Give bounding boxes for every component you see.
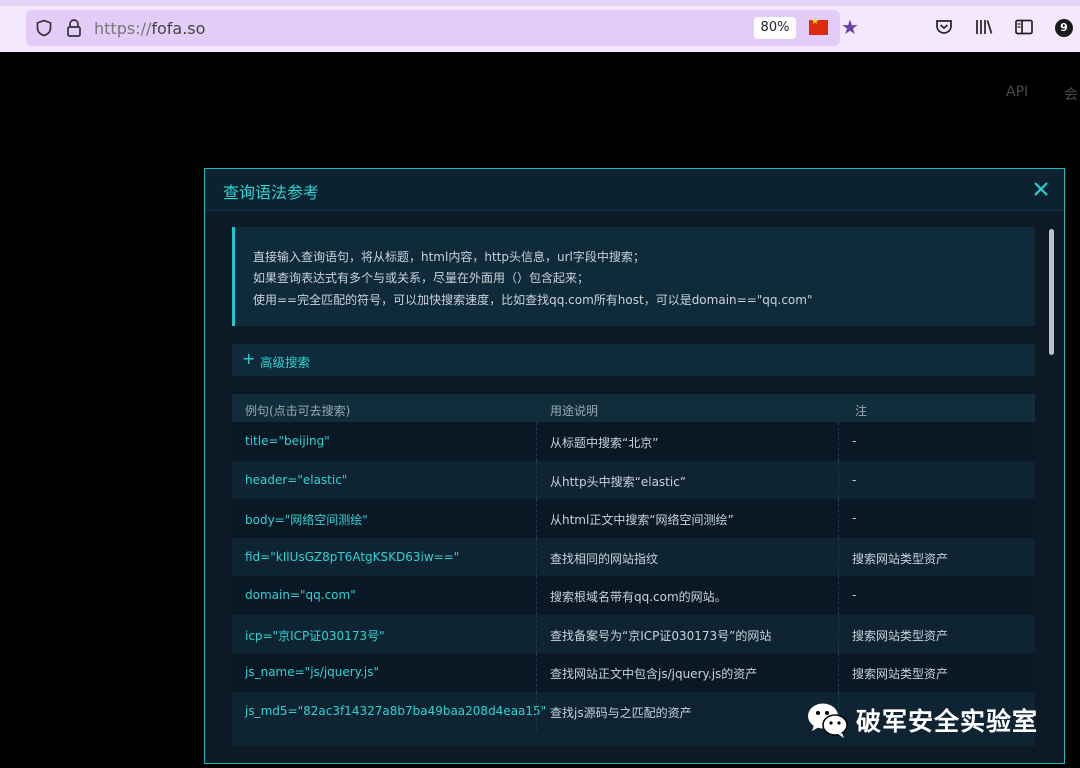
- table-row: body="网络空间测绘" 从html正文中搜索“网络空间测绘” -: [232, 499, 1035, 538]
- column-divider: [838, 653, 839, 692]
- note-text: 搜索网站类型资产: [852, 551, 949, 566]
- url-text[interactable]: https://fofa.so: [94, 19, 205, 38]
- column-divider: [536, 537, 537, 576]
- usage-description: 从标题中搜索“北京”: [550, 436, 659, 450]
- table-row: header="elastic" 从http头中搜索“elastic” -: [232, 460, 1035, 499]
- watermark-text: 破军安全实验室: [856, 707, 1039, 736]
- library-icon[interactable]: [974, 17, 994, 37]
- usage-description: 搜索根域名带有qq.com的网站。: [550, 590, 727, 604]
- example-query-link[interactable]: js_md5="82ac3f14327a8b7ba49baa208d4eaa15…: [245, 704, 546, 718]
- usage-description: 查找备案号为“京ICP证030173号”的网站: [550, 628, 772, 643]
- tab-strip-edge: [0, 0, 1080, 6]
- modal-title: 查询语法参考: [223, 183, 320, 202]
- lock-icon[interactable]: [66, 18, 82, 38]
- note-text: -: [852, 588, 857, 602]
- example-query-link[interactable]: domain="qq.com": [245, 588, 356, 602]
- modal-header: 查询语法参考: [205, 169, 1064, 211]
- column-divider: [536, 691, 537, 730]
- column-divider: [838, 422, 839, 461]
- url-scheme: https://: [94, 19, 152, 38]
- note-text: 搜索网站类型资产: [852, 667, 949, 681]
- browser-toolbar: https://fofa.so 80% ★ ★ 9: [0, 0, 1080, 52]
- table-row: fid="kIlUsGZ8pT6AtgKSKD63iw==" 查找相同的网站指纹 搜…: [232, 537, 1035, 576]
- advanced-search-label: 高级搜索: [260, 355, 311, 370]
- table-row: title="beijing" 从标题中搜索“北京” -: [232, 422, 1035, 461]
- column-divider: [536, 576, 537, 615]
- china-flag-icon[interactable]: ★: [809, 17, 828, 35]
- note-text: -: [852, 511, 857, 525]
- example-query-link[interactable]: title="beijing": [245, 434, 330, 448]
- url-host: fofa.so: [151, 19, 206, 38]
- zoom-level-button[interactable]: 80%: [754, 17, 796, 39]
- example-query-link[interactable]: icp="京ICP证030173号": [245, 627, 385, 644]
- usage-description: 从html正文中搜索“网络空间测绘”: [550, 513, 734, 527]
- nav-api-link[interactable]: API: [1006, 84, 1028, 100]
- note-text: -: [852, 434, 857, 448]
- bookmark-star-icon[interactable]: ★: [839, 16, 861, 38]
- plus-icon: +: [242, 349, 256, 368]
- table-header: 例句(点击可去搜索) 用途说明 注: [232, 394, 1035, 422]
- tracking-shield-icon[interactable]: [35, 19, 53, 37]
- column-header-note: 注: [855, 404, 868, 418]
- column-header-example: 例句(点击可去搜索): [245, 404, 351, 418]
- wechat-icon: [808, 703, 848, 738]
- close-icon[interactable]: [1031, 179, 1051, 199]
- usage-description: 查找js源码与之匹配的资产: [550, 705, 692, 720]
- usage-description: 从http头中搜索“elastic”: [550, 474, 687, 489]
- pocket-icon[interactable]: [934, 17, 954, 37]
- query-syntax-modal: 查询语法参考 直接输入查询语句，将从标题，html内容，http头信息，url字…: [204, 168, 1065, 764]
- column-header-description: 用途说明: [550, 404, 599, 418]
- extension-badge[interactable]: 9: [1055, 19, 1073, 37]
- table-row: icp="京ICP证030173号" 查找备案号为“京ICP证030173号”的网…: [232, 614, 1035, 653]
- modal-scrollbar[interactable]: [1049, 229, 1054, 355]
- column-divider: [536, 460, 537, 499]
- column-divider: [838, 614, 839, 653]
- info-line: 直接输入查询语句，将从标题，html内容，http头信息，url字段中搜索；: [253, 250, 645, 264]
- example-query-link[interactable]: js_name="js/jquery.js": [245, 665, 379, 679]
- column-divider: [536, 422, 537, 461]
- example-query-link[interactable]: header="elastic": [245, 473, 347, 487]
- info-line: 使用==完全匹配的符号，可以加快搜索速度，比如查找qq.com所有host，可以…: [253, 293, 813, 307]
- example-query-link[interactable]: body="网络空间测绘": [245, 511, 368, 528]
- nav-member-link[interactable]: 会: [1064, 84, 1078, 104]
- column-divider: [838, 576, 839, 615]
- advanced-search-toggle[interactable]: + 高级搜索: [232, 344, 1035, 376]
- info-line: 如果查询表达式有多个与或关系，尽量在外面用（）包含起来；: [253, 271, 590, 285]
- column-divider: [536, 653, 537, 692]
- column-divider: [838, 460, 839, 499]
- wechat-watermark: 破军安全实验室: [806, 698, 1056, 742]
- table-row: js_name="js/jquery.js" 查找网站正文中包含js/jquery…: [232, 653, 1035, 692]
- example-query-link[interactable]: fid="kIlUsGZ8pT6AtgKSKD63iw==": [245, 550, 459, 564]
- syntax-info-box: 直接输入查询语句，将从标题，html内容，http头信息，url字段中搜索； 如…: [232, 227, 1035, 326]
- column-divider: [536, 499, 537, 538]
- column-divider: [536, 614, 537, 653]
- table-row: domain="qq.com" 搜索根域名带有qq.com的网站。 -: [232, 576, 1035, 615]
- address-bar[interactable]: https://fofa.so 80% ★ ★: [26, 10, 859, 46]
- note-text: -: [852, 472, 857, 487]
- column-divider: [838, 499, 839, 538]
- sidebar-icon[interactable]: [1014, 17, 1034, 37]
- column-divider: [838, 537, 839, 576]
- usage-description: 查找相同的网站指纹: [550, 551, 659, 566]
- usage-description: 查找网站正文中包含js/jquery.js的资产: [550, 667, 758, 681]
- note-text: 搜索网站类型资产: [852, 628, 949, 643]
- syntax-table: 例句(点击可去搜索) 用途说明 注 title="beijing" 从标题中搜索“…: [232, 394, 1035, 746]
